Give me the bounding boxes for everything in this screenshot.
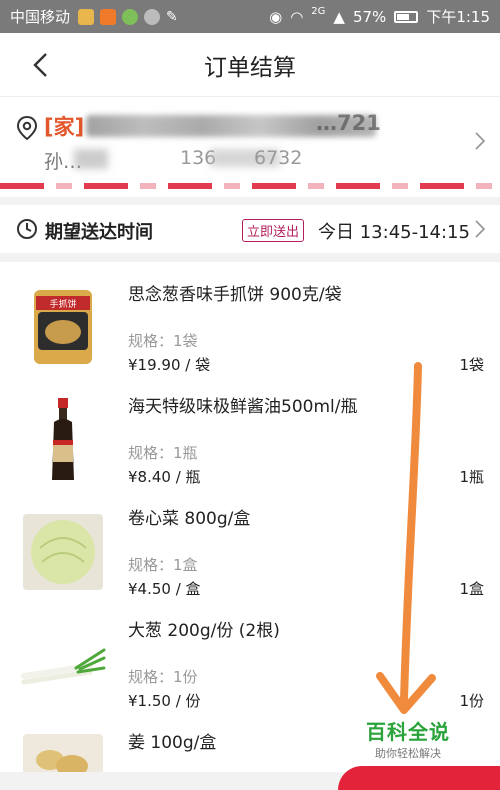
annotation-arrow-icon <box>376 362 436 714</box>
item-spec: 规格：1袋 <box>128 332 198 350</box>
page-title: 订单结算 <box>204 54 296 81</box>
notification-icon <box>78 8 95 25</box>
wifi-icon: ◠ <box>290 7 304 26</box>
item-qty: 1瓶 <box>459 468 484 486</box>
address-card[interactable]: [家] …721 孙… 136 6732 <box>0 97 500 197</box>
signal-icon: ▲ <box>333 7 345 26</box>
status-badge: 立即送出 <box>242 219 305 242</box>
back-arrow-icon[interactable] <box>28 51 56 79</box>
flatbread-bag-image: 手抓饼 <box>34 290 92 364</box>
delivery-time: 今日 13:45-14:15 <box>318 222 470 243</box>
watermark: 百科全说 助你轻松解决 <box>366 716 450 761</box>
item-name: 姜 100g/盒 <box>128 733 217 753</box>
status-bar: 中国移动 ✎ ◉ ◠ 2G ▲ 57% 下午1:15 <box>0 0 500 33</box>
misc-icon: ✎ <box>166 8 178 25</box>
item-name: 思念葱香味手抓饼 900克/袋 <box>128 285 342 305</box>
item-spec: 规格：1瓶 <box>128 444 198 462</box>
item-qty: 1袋 <box>459 356 484 374</box>
user-icon <box>144 8 161 25</box>
ginger-image <box>23 734 103 772</box>
svg-text:手抓饼: 手抓饼 <box>49 298 76 310</box>
soy-sauce-bottle-image <box>52 398 74 480</box>
item-price: ¥8.40 / 瓶 <box>128 468 201 486</box>
carrier-label: 中国移动 <box>10 8 71 26</box>
item-qty: 1份 <box>459 692 484 710</box>
battery-percent: 57% <box>352 7 387 26</box>
name-redacted <box>74 149 108 169</box>
item-price: ¥19.90 / 袋 <box>128 356 211 374</box>
item-name: 卷心菜 800g/盒 <box>128 509 251 529</box>
delivery-label: 期望送达时间 <box>45 222 153 243</box>
item-name: 海天特级味极鲜酱油500ml/瓶 <box>128 397 358 417</box>
item-spec: 规格：1盒 <box>128 556 198 574</box>
item-spec: 规格：1份 <box>128 668 198 686</box>
watermark-subtitle: 助你轻松解决 <box>375 747 441 760</box>
chevron-right-icon <box>475 132 486 150</box>
address-stripe <box>0 183 500 189</box>
scallion-image <box>21 648 106 685</box>
item-name: 大葱 200g/份 (2根) <box>128 621 280 641</box>
battery-icon <box>394 10 419 23</box>
clock-time: 下午1:15 <box>426 8 490 26</box>
address-tag: [家] <box>44 115 85 139</box>
location-pin-icon <box>16 115 38 141</box>
nav-bar: 订单结算 <box>0 33 500 97</box>
status-right: ◉ ◠ 2G ▲ 57% 下午1:15 <box>269 6 490 27</box>
video-app-icon <box>100 8 117 25</box>
item-qty: 1盒 <box>459 580 484 598</box>
eye-icon: ◉ <box>269 7 283 26</box>
delivery-time-row[interactable]: 期望送达时间 立即送出 今日 13:45-14:15 <box>0 205 500 253</box>
clock-icon <box>17 219 37 239</box>
item-price: ¥4.50 / 盒 <box>128 580 201 598</box>
app-icon <box>122 8 139 25</box>
submit-order-button[interactable] <box>338 766 500 790</box>
cabbage-image <box>23 514 103 590</box>
network-type: 2G <box>311 6 326 17</box>
phone-tail: 6732 <box>254 147 303 169</box>
item-price: ¥1.50 / 份 <box>128 692 201 710</box>
chevron-right-icon <box>475 220 486 238</box>
watermark-title: 百科全说 <box>366 720 450 744</box>
address-tail: …721 <box>316 111 381 135</box>
